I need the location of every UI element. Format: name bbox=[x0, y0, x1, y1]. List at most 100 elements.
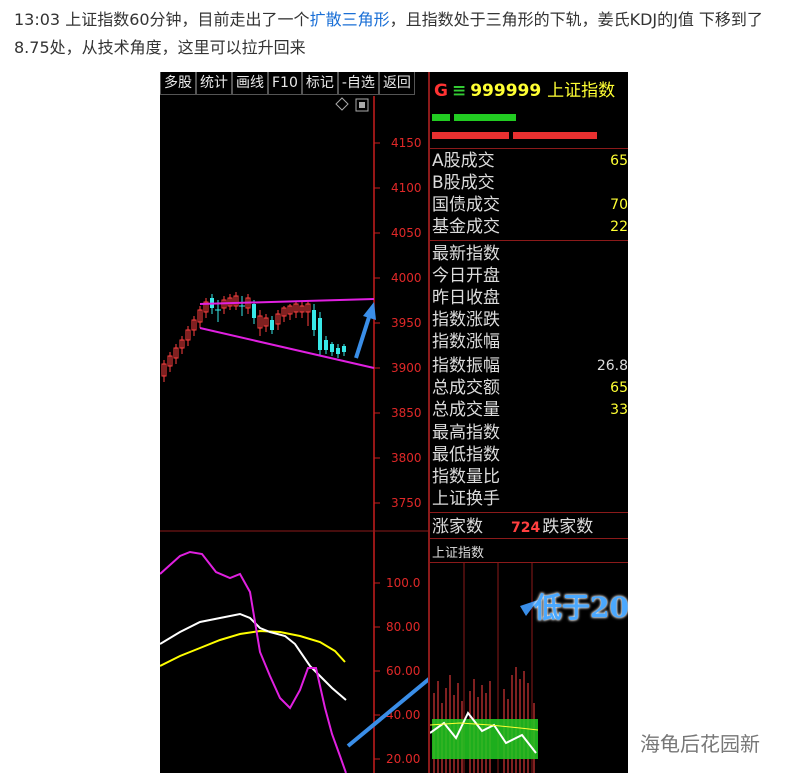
panel-divider bbox=[430, 148, 628, 149]
row-value: 33 bbox=[610, 402, 628, 418]
price-tick-label: 3900 bbox=[391, 361, 422, 375]
row-label: 指数量比 bbox=[432, 467, 500, 487]
index-code: 999999 bbox=[470, 81, 542, 101]
index-row: 总成交量 33 bbox=[432, 399, 628, 421]
trading-screenshot: 多股 统计 画线 F10 标记 -自选 返回 4150 4100 4050 40… bbox=[160, 72, 628, 773]
index-name: 上证指数 bbox=[547, 81, 616, 101]
menu-icon[interactable]: ≡ bbox=[452, 81, 466, 101]
triangle-lower-line bbox=[199, 327, 375, 369]
advancers-label: 涨家数 bbox=[432, 517, 483, 537]
trade-row: A股成交 65 bbox=[432, 150, 628, 172]
toolbar-button-back[interactable]: 返回 bbox=[378, 72, 415, 95]
trade-row: B股成交 bbox=[432, 172, 628, 194]
index-row: 指数涨跌 bbox=[432, 309, 628, 331]
candle bbox=[312, 310, 316, 330]
candle bbox=[270, 320, 274, 330]
candle bbox=[252, 304, 256, 318]
row-value: 22 bbox=[610, 219, 628, 235]
index-row: 总成交额 65 bbox=[432, 377, 628, 399]
price-tick-label: 4150 bbox=[391, 136, 422, 150]
row-label: 总成交额 bbox=[432, 378, 500, 398]
row-value: 70 bbox=[610, 197, 628, 213]
index-row: 指数振幅 26.8 bbox=[432, 355, 628, 377]
panel-header: G ≡ 999999 上证指数 bbox=[434, 76, 615, 101]
row-value: 26.8 bbox=[596, 358, 628, 374]
mini-chart-title: 上证指数 bbox=[432, 546, 485, 561]
row-label: 总成交量 bbox=[432, 400, 500, 420]
candle bbox=[342, 346, 346, 352]
chart-toolbar: 多股 统计 画线 F10 标记 -自选 返回 bbox=[160, 72, 428, 96]
price-ticks: 4150 4100 4050 4000 3950 3900 3850 3800 … bbox=[374, 136, 422, 510]
price-tick-label: 3850 bbox=[391, 406, 422, 420]
kdj-tick-label: 80.00 bbox=[386, 620, 420, 634]
row-label: 今日开盘 bbox=[432, 266, 500, 286]
callout-label: 低于20 bbox=[534, 591, 629, 624]
row-label: B股成交 bbox=[432, 173, 495, 193]
index-row: 今日开盘 bbox=[432, 265, 628, 287]
panel-divider bbox=[430, 538, 628, 539]
price-tick-label: 3750 bbox=[391, 496, 422, 510]
up-arrow-shaft bbox=[354, 313, 372, 359]
kdj-ticks: 100.0 80.00 60.00 40.00 20.00 bbox=[374, 576, 420, 766]
decliners-label: 跌家数 bbox=[542, 517, 594, 537]
kdj-j-line bbox=[160, 550, 347, 773]
strength-bar-red bbox=[513, 132, 597, 139]
row-label: 基金成交 bbox=[432, 217, 500, 237]
kdj-tick-label: 20.00 bbox=[386, 752, 420, 766]
index-row: 最高指数 bbox=[432, 422, 628, 444]
toolbar-button-statistics[interactable]: 统计 bbox=[196, 72, 232, 95]
strength-bar-green bbox=[432, 114, 450, 121]
strength-bar-red bbox=[432, 132, 509, 139]
candlestick-chart: 4150 4100 4050 4000 3950 3900 3850 3800 … bbox=[160, 96, 428, 773]
row-label: 最新指数 bbox=[432, 244, 500, 264]
candle bbox=[324, 340, 328, 350]
candles bbox=[161, 292, 346, 382]
index-row: 上证换手 bbox=[432, 488, 628, 510]
triangle-link[interactable]: 扩散三角形 bbox=[310, 10, 390, 29]
toolbar-button-draw-line[interactable]: 画线 bbox=[232, 72, 268, 95]
index-row: 昨日收盘 bbox=[432, 287, 628, 309]
candle bbox=[330, 344, 334, 352]
price-tick-label: 4050 bbox=[391, 226, 422, 240]
kdj-tick-label: 60.00 bbox=[386, 664, 420, 678]
row-label: 最高指数 bbox=[432, 423, 500, 443]
toolbar-button-f10[interactable]: F10 bbox=[268, 72, 302, 95]
row-label: 上证换手 bbox=[432, 489, 500, 509]
price-tick-label: 4100 bbox=[391, 181, 422, 195]
row-label: 昨日收盘 bbox=[432, 288, 500, 308]
kdj-d-line bbox=[160, 629, 346, 667]
toolbar-button-multi-stock[interactable]: 多股 bbox=[160, 72, 196, 95]
article-paragraph: 13:03 上证指数60分钟，目前走出了一个扩散三角形，且指数处于三角形的下轨，… bbox=[14, 6, 790, 62]
row-value: 65 bbox=[610, 380, 628, 396]
strength-bar-green bbox=[454, 114, 516, 121]
row-label: 指数涨跌 bbox=[432, 310, 500, 330]
index-row: 最低指数 bbox=[432, 444, 628, 466]
trade-row: 国债成交 70 bbox=[432, 194, 628, 216]
row-value: 65 bbox=[610, 153, 628, 169]
candle bbox=[318, 318, 322, 350]
price-tick-label: 4000 bbox=[391, 271, 422, 285]
article-text-before: 13:03 上证指数60分钟，目前走出了一个 bbox=[14, 10, 310, 29]
toolbar-button-watchlist[interactable]: -自选 bbox=[337, 72, 379, 95]
index-row: 指数量比 bbox=[432, 466, 628, 488]
up-arrow-icon bbox=[363, 302, 376, 320]
watermark-text: 海龟后花园新 bbox=[640, 732, 760, 756]
group-label: G bbox=[434, 81, 448, 101]
row-label: 最低指数 bbox=[432, 445, 500, 465]
toolbar-button-mark[interactable]: 标记 bbox=[301, 72, 338, 95]
kdj-tick-label: 100.0 bbox=[386, 576, 420, 590]
advance-decline-row: 涨家数 724 跌家数 bbox=[432, 512, 628, 537]
index-row: 最新指数 bbox=[432, 243, 628, 265]
diamond-icon[interactable] bbox=[335, 97, 349, 111]
quote-panel: G ≡ 999999 上证指数 A股成交 65 B股成交 国债成交 70 基金成交 22 … bbox=[430, 72, 628, 773]
kdj-k-line bbox=[160, 612, 347, 701]
advancers-count: 724 bbox=[511, 520, 541, 536]
index-row: 指数涨幅 bbox=[432, 331, 628, 353]
row-label: 指数振幅 bbox=[432, 356, 500, 376]
row-label: 指数涨幅 bbox=[432, 332, 500, 352]
trade-row: 基金成交 22 bbox=[432, 216, 628, 238]
price-tick-label: 3950 bbox=[391, 316, 422, 330]
window-toggle-inner-icon bbox=[359, 102, 365, 108]
candle bbox=[336, 348, 340, 354]
row-label: 国债成交 bbox=[432, 195, 500, 215]
